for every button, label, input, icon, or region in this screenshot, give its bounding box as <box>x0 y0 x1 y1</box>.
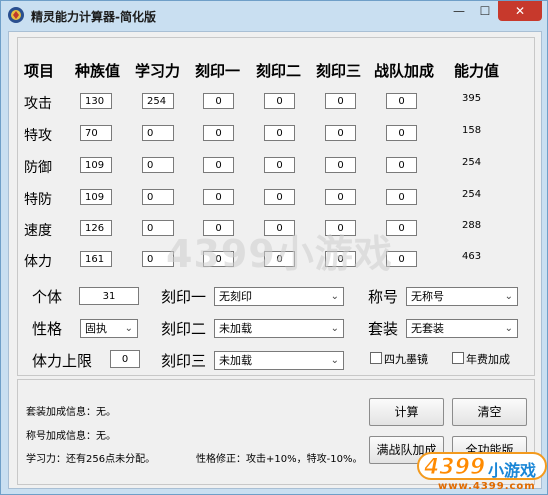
suit-select-label: 套装 <box>368 320 399 338</box>
ability-value: 254 <box>462 157 482 168</box>
team-input[interactable]: 0 <box>386 157 417 173</box>
learn-info-text: 学习力：还有256点未分配。 <box>26 454 156 465</box>
seal1-value: 无刻印 <box>219 290 252 303</box>
individual-input[interactable]: 31 <box>79 287 139 305</box>
header-race: 种族值 <box>75 62 121 80</box>
race-input[interactable]: 70 <box>80 125 112 141</box>
hp-limit-input[interactable]: 0 <box>110 350 140 368</box>
suit-value: 无套装 <box>411 322 444 335</box>
seal3-input[interactable]: 0 <box>325 157 356 173</box>
seal1-input[interactable]: 0 <box>203 189 234 205</box>
nature-info-text: 性格修正：攻击+10%，特攻-10%。 <box>196 454 363 465</box>
nature-label: 性格 <box>32 320 63 338</box>
ability-value: 158 <box>462 125 482 136</box>
team-input[interactable]: 0 <box>386 189 417 205</box>
chevron-down-icon: ⌄ <box>330 323 339 334</box>
header-seal1: 刻印一 <box>195 62 241 80</box>
header-value: 能力值 <box>454 62 500 80</box>
header-seal3: 刻印三 <box>316 62 362 80</box>
learn-input[interactable]: 0 <box>142 157 174 173</box>
row-label: 特攻 <box>24 128 52 144</box>
seal1-input[interactable]: 0 <box>203 157 234 173</box>
title-info-text: 称号加成信息：无。 <box>26 431 116 442</box>
row-label: 特防 <box>24 192 52 208</box>
row-label: 防御 <box>24 160 52 176</box>
race-input[interactable]: 109 <box>80 189 112 205</box>
seal3-select-label: 刻印三 <box>161 352 207 370</box>
logo-text: 4399 <box>423 455 486 481</box>
learn-input[interactable]: 0 <box>142 125 174 141</box>
chevron-down-icon: ⌄ <box>330 355 339 366</box>
window-title: 精灵能力计算器-简化版 <box>31 10 156 24</box>
app-icon <box>8 7 24 23</box>
maximize-button[interactable]: ☐ <box>472 1 498 21</box>
annual-checkbox-label: 年费加成 <box>466 353 510 366</box>
title-select[interactable]: 无称号 ⌄ <box>406 287 518 306</box>
team-input[interactable]: 0 <box>386 93 417 109</box>
learn-input[interactable]: 0 <box>142 189 174 205</box>
seal3-input[interactable]: 0 <box>325 125 356 141</box>
team-input[interactable]: 0 <box>386 125 417 141</box>
chevron-down-icon: ⌄ <box>504 291 513 302</box>
ability-value: 254 <box>462 189 482 200</box>
race-input[interactable]: 126 <box>80 220 112 236</box>
ability-value: 395 <box>462 93 482 104</box>
seal2-value: 未加载 <box>219 322 252 335</box>
nature-select[interactable]: 固执 ⌄ <box>80 319 138 338</box>
chevron-down-icon: ⌄ <box>504 323 513 334</box>
seal1-input[interactable]: 0 <box>203 125 234 141</box>
sunglasses-checkbox-label: 四九墨镜 <box>384 353 428 366</box>
seal2-select[interactable]: 未加载 ⌄ <box>214 319 344 338</box>
title-value: 无称号 <box>411 290 444 303</box>
individual-label: 个体 <box>32 288 63 306</box>
seal1-input[interactable]: 0 <box>203 93 234 109</box>
logo-subtext: 小游戏 <box>488 461 537 480</box>
header-seal2: 刻印二 <box>256 62 302 80</box>
row-label: 速度 <box>24 223 52 239</box>
calc-button[interactable]: 计算 <box>369 398 444 426</box>
chevron-down-icon: ⌄ <box>124 323 133 334</box>
watermark-text: 4399小游戏 <box>166 232 393 276</box>
seal2-input[interactable]: 0 <box>264 93 295 109</box>
row-label: 体力 <box>24 254 52 270</box>
learn-input[interactable]: 254 <box>142 93 174 109</box>
logo-url: www.4399.com <box>438 481 536 492</box>
stats-group: 项目 种族值 学习力 刻印一 刻印二 刻印三 战队加成 能力值 攻击 130 2… <box>17 37 535 376</box>
header-item: 项目 <box>24 62 55 80</box>
seal3-select[interactable]: 未加载 ⌄ <box>214 351 344 370</box>
site-logo: 4399 小游戏 www.4399.com <box>416 451 548 495</box>
race-input[interactable]: 130 <box>80 93 112 109</box>
suit-select[interactable]: 无套装 ⌄ <box>406 319 518 338</box>
seal2-input[interactable]: 0 <box>264 125 295 141</box>
seal1-select-label: 刻印一 <box>161 288 207 306</box>
seal2-select-label: 刻印二 <box>161 320 207 338</box>
seal3-value: 未加载 <box>219 354 252 367</box>
close-button[interactable]: ✕ <box>498 1 542 21</box>
minimize-button[interactable]: — <box>446 1 472 21</box>
seal2-input[interactable]: 0 <box>264 189 295 205</box>
ability-value: 288 <box>462 220 482 231</box>
annual-checkbox[interactable] <box>452 352 464 364</box>
chevron-down-icon: ⌄ <box>330 291 339 302</box>
seal1-select[interactable]: 无刻印 ⌄ <box>214 287 344 306</box>
row-label: 攻击 <box>24 96 52 112</box>
clear-button[interactable]: 清空 <box>452 398 527 426</box>
race-input[interactable]: 109 <box>80 157 112 173</box>
seal2-input[interactable]: 0 <box>264 157 295 173</box>
app-window: 精灵能力计算器-简化版 — ☐ ✕ 项目 种族值 学习力 刻印一 刻印二 刻印三… <box>0 0 548 495</box>
title-select-label: 称号 <box>368 288 399 306</box>
race-input[interactable]: 161 <box>80 251 112 267</box>
suit-info-text: 套装加成信息：无。 <box>26 407 116 418</box>
seal3-input[interactable]: 0 <box>325 189 356 205</box>
ability-value: 463 <box>462 251 482 262</box>
sunglasses-checkbox[interactable] <box>370 352 382 364</box>
header-learn: 学习力 <box>135 62 181 80</box>
hp-limit-label: 体力上限 <box>32 352 93 370</box>
seal3-input[interactable]: 0 <box>325 93 356 109</box>
nature-value: 固执 <box>85 322 107 335</box>
header-team: 战队加成 <box>374 62 435 80</box>
title-bar[interactable]: 精灵能力计算器-简化版 — ☐ ✕ <box>1 1 547 31</box>
